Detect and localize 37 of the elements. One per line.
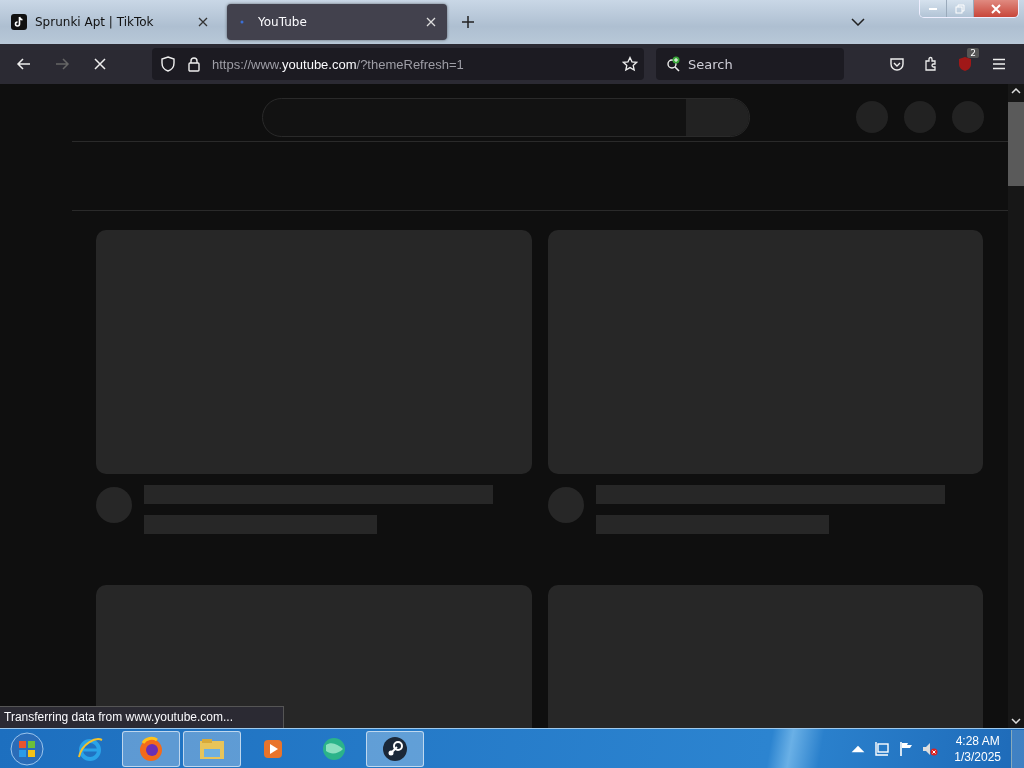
lock-icon [186,56,202,72]
clock-date: 1/3/2025 [954,748,1001,765]
shield-extension-icon [957,56,973,72]
close-button[interactable] [974,0,1018,17]
taskbar-button[interactable] [366,730,424,767]
extension-badge: 2 [967,48,979,58]
menu-icon[interactable] [991,56,1007,72]
url-text: https://www.youtube.com/?themeRefresh=1 [212,56,464,72]
start-button[interactable] [9,730,45,767]
scroll-down-icon[interactable] [1011,718,1021,724]
avatar-placeholder [548,487,584,523]
search-icon [666,56,682,72]
flag-icon[interactable] [898,740,915,757]
note-logo-icon [11,14,27,30]
extension-button[interactable]: 2 [948,48,982,72]
new-tab-icon[interactable] [461,15,475,29]
scroll-thumb[interactable] [1008,102,1024,186]
search-field[interactable]: Search [656,48,844,80]
shield-icon [160,56,176,72]
close-icon [991,3,1001,14]
clock-time: 4:28 AM [955,732,1000,749]
network-icon[interactable] [874,740,891,757]
browser-tab[interactable]: YouTube [227,4,447,40]
clock[interactable]: 4:28 AM 1/3/2025 [954,732,1001,765]
star-icon[interactable] [622,56,638,72]
address-bar[interactable]: https://www.youtube.com/?themeRefresh=1 [152,48,644,80]
restore-icon [955,3,965,14]
tab-list-chevron-icon[interactable] [851,18,865,26]
scroll-up-icon[interactable] [1011,88,1021,94]
scrollbar[interactable] [1008,84,1024,728]
avatar-placeholder [96,487,132,523]
puzzle-icon[interactable] [923,56,939,72]
browser-tab[interactable]: Sprunki Apt | TikTok [4,4,219,40]
fox-globe-icon [137,734,165,763]
gear-logo-icon [381,734,409,763]
pocket-icon[interactable] [889,56,905,72]
status-text: Transferring data from www.youtube.com... [0,706,284,728]
